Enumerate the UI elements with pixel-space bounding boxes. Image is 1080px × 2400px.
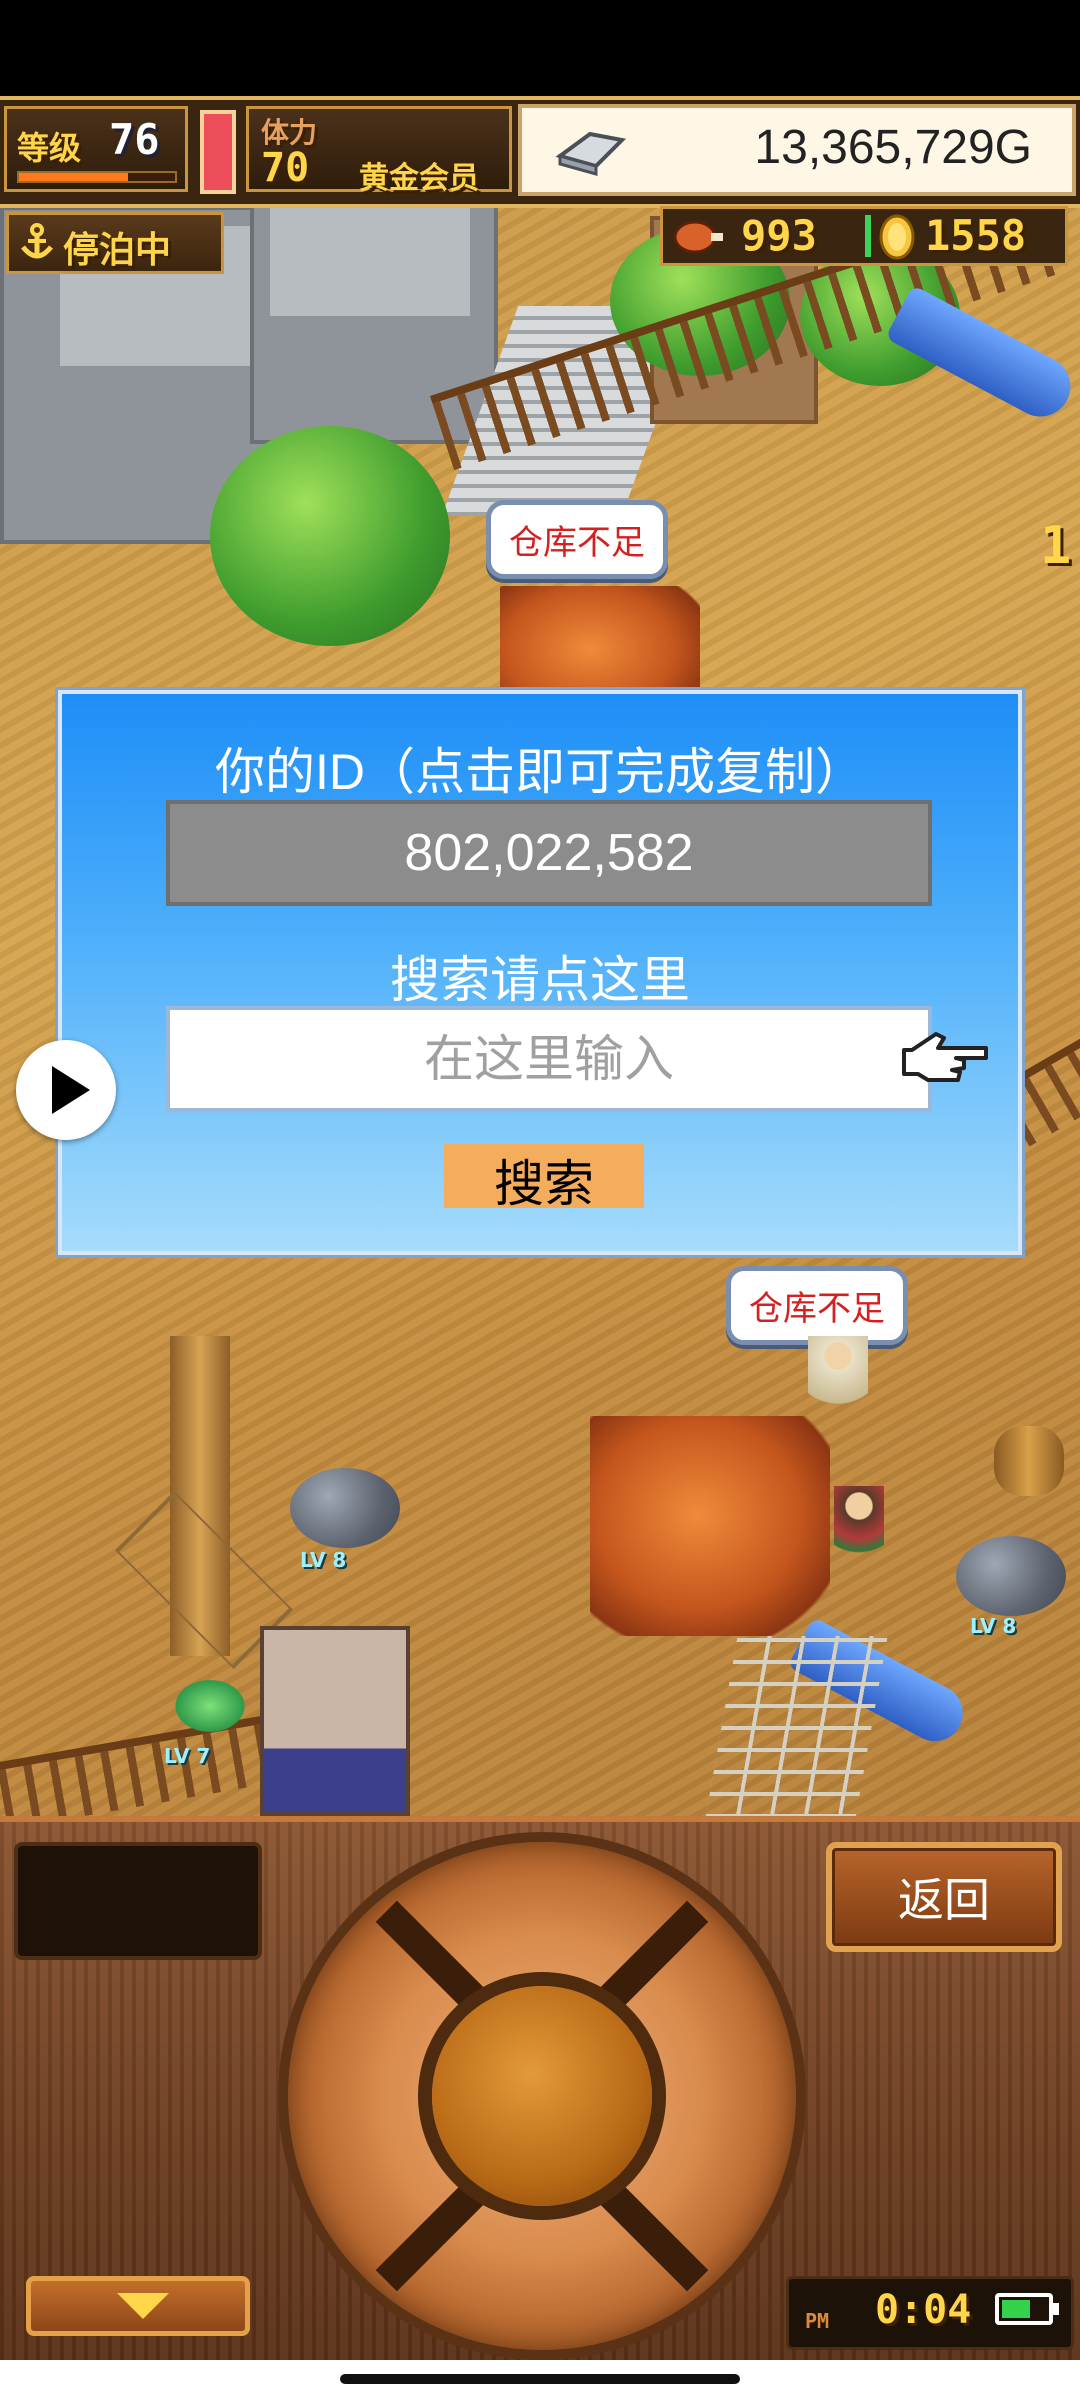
gold-medal-icon — [879, 214, 915, 260]
food-count: 993 — [741, 211, 817, 260]
npc-worker[interactable] — [808, 1336, 868, 1416]
silver-bar-icon — [555, 131, 627, 176]
monster-level-plant: LV 7 — [164, 1744, 211, 1768]
rock-monster-right[interactable] — [956, 1536, 1066, 1616]
monster-level-right: LV 8 — [970, 1614, 1017, 1638]
npc-girl[interactable] — [834, 1486, 884, 1566]
tv-head-character[interactable] — [260, 1626, 410, 1816]
level-panel: 等级 76 — [4, 106, 188, 192]
currency-divider — [865, 215, 871, 257]
ship-railing-bottom — [0, 1710, 304, 1816]
storage-full-text-right: 仓库不足 — [749, 1290, 885, 1328]
exp-bar-fill — [19, 173, 129, 181]
back-button[interactable]: 返回 — [826, 1842, 1062, 1952]
game-clock: PM 0:04 — [786, 2276, 1074, 2350]
storage-full-text: 仓库不足 — [509, 524, 645, 562]
stamina-gauge — [200, 110, 236, 194]
back-button-label: 返回 — [898, 1874, 990, 1926]
castle-tower-top — [270, 196, 470, 316]
monster-level-left: LV 8 — [300, 1548, 347, 1572]
meat-icon — [673, 220, 723, 254]
anchor-icon — [21, 223, 53, 259]
friend-search-dialog: 你的ID（点击即可完成复制） 802,022,582 搜索请点这里 搜索 — [58, 690, 1022, 1255]
clock-ampm: PM — [805, 2309, 830, 2333]
dialog-title: 你的ID（点击即可完成复制） — [215, 744, 865, 800]
dock-status-badge[interactable]: 停泊中 — [6, 212, 224, 274]
search-button[interactable]: 搜索 — [444, 1144, 644, 1212]
storage-full-bubble-right: 仓库不足 — [726, 1266, 908, 1345]
user-id-value: 802,022,582 — [404, 824, 694, 882]
directional-pad[interactable] — [288, 1842, 796, 2350]
battery-icon — [995, 2293, 1059, 2325]
dock-status-text: 停泊中 — [63, 230, 172, 271]
membership-label: 黄金会员 — [359, 161, 479, 196]
rock-monster-left[interactable] — [290, 1468, 400, 1548]
status-hud: 等级 76 体力 70 黄金会员 13,365,729G — [0, 96, 1080, 208]
down-arrow-icon — [117, 2293, 169, 2319]
menu-down-button[interactable] — [26, 2276, 250, 2336]
gold-amount: 13,365,729G — [754, 121, 1032, 174]
home-indicator[interactable] — [340, 2374, 740, 2384]
level-value: 76 — [109, 115, 160, 164]
side-number: 1 — [1040, 516, 1072, 576]
search-input[interactable] — [166, 1006, 932, 1112]
medal-count: 1558 — [925, 211, 1027, 260]
level-label: 等级 — [17, 129, 82, 167]
exp-bar — [17, 171, 177, 183]
clock-time: 0:04 — [875, 2287, 972, 2333]
stamina-value: 70 — [261, 145, 310, 191]
play-icon — [52, 1066, 90, 1114]
dpad-center-button[interactable] — [432, 1986, 652, 2206]
dragon-main[interactable] — [590, 1416, 830, 1636]
barrel — [994, 1426, 1064, 1496]
item-slot[interactable] — [14, 1842, 262, 1960]
control-panel: 返回 PM 0:04 — [0, 1816, 1080, 2366]
tree-bush — [210, 426, 450, 646]
currency-bar: 993 1558 — [660, 206, 1068, 266]
gold-panel: 13,365,729G — [518, 104, 1076, 196]
pointing-hand-icon — [902, 1032, 988, 1082]
battery-fill — [1002, 2300, 1030, 2318]
rope-ladder — [702, 1636, 888, 1816]
play-button[interactable] — [16, 1040, 116, 1140]
search-hint: 搜索请点这里 — [390, 952, 690, 1008]
user-id-copy-box[interactable]: 802,022,582 — [166, 800, 932, 906]
system-home-bar — [0, 2360, 1080, 2400]
plant-monster[interactable] — [170, 1676, 250, 1736]
storage-full-bubble: 仓库不足 — [486, 500, 668, 579]
stamina-panel: 体力 70 黄金会员 — [246, 106, 512, 196]
